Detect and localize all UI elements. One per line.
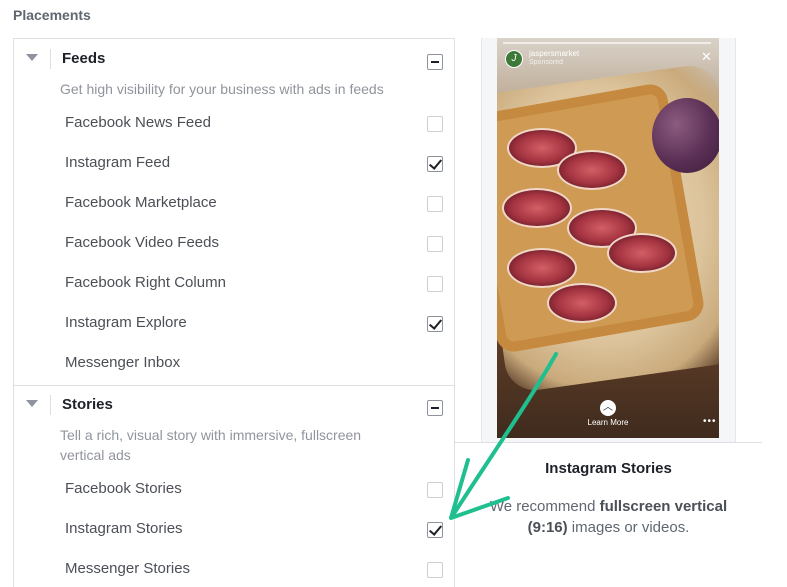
facebook-video-feeds-checkbox[interactable] — [427, 236, 443, 252]
fig-slice-shape — [502, 188, 572, 228]
placement-row-facebook-marketplace[interactable]: Facebook Marketplace — [14, 185, 454, 225]
facebook-right-column-checkbox[interactable] — [427, 276, 443, 292]
account-name: jaspersmarket — [529, 49, 580, 58]
placement-label: Instagram Stories — [65, 520, 183, 537]
learn-more-cta[interactable]: Learn More — [581, 418, 635, 427]
stories-collapse-caret-icon[interactable] — [26, 400, 38, 407]
fig-slice-shape — [547, 283, 617, 323]
placement-label: Messenger Inbox — [65, 354, 181, 371]
sponsored-label: Sponsored — [529, 59, 563, 66]
placement-label: Facebook Right Column — [65, 274, 226, 291]
facebook-news-feed-checkbox[interactable] — [427, 116, 443, 132]
fig-slice-shape — [507, 248, 577, 288]
instagram-explore-checkbox[interactable] — [427, 316, 443, 332]
placement-row-instagram-explore[interactable]: Instagram Explore — [14, 305, 454, 345]
stories-select-all-checkbox[interactable] — [427, 400, 443, 416]
placement-row-instagram-feed[interactable]: Instagram Feed — [14, 145, 454, 185]
placements-panel: Feeds Get high visibility for your busin… — [13, 38, 455, 587]
placement-row-facebook-stories[interactable]: Facebook Stories — [14, 471, 454, 511]
preview-divider — [455, 442, 762, 443]
stories-description: Tell a rich, visual story with immersive… — [60, 425, 420, 465]
recommendation-ratio: (9:16) — [527, 519, 568, 536]
separator — [50, 49, 51, 69]
stories-section-header[interactable]: Stories — [14, 385, 454, 425]
placement-row-messenger-inbox[interactable]: Messenger Inbox — [14, 345, 454, 385]
whole-fig-shape — [652, 98, 719, 173]
preview-placement-title: Instagram Stories — [545, 460, 672, 477]
close-icon[interactable]: ✕ — [701, 50, 712, 63]
fig-slice-shape — [557, 150, 627, 190]
feeds-description: Get high visibility for your business wi… — [60, 81, 384, 97]
placement-row-facebook-news-feed[interactable]: Facebook News Feed — [14, 105, 454, 145]
facebook-marketplace-checkbox[interactable] — [427, 196, 443, 212]
fig-slice-shape — [607, 233, 677, 273]
placement-label: Instagram Explore — [65, 314, 187, 331]
story-ad-preview-image: J jaspersmarket Sponsored ✕ ︿ Learn More… — [497, 38, 719, 438]
feeds-select-all-checkbox[interactable] — [427, 54, 443, 70]
placement-row-facebook-video-feeds[interactable]: Facebook Video Feeds — [14, 225, 454, 265]
placement-row-facebook-right-column[interactable]: Facebook Right Column — [14, 265, 454, 305]
account-avatar: J — [505, 50, 523, 68]
recommendation-text: We recommend — [489, 498, 600, 515]
stories-section-title: Stories — [62, 396, 113, 413]
placement-row-instagram-stories[interactable]: Instagram Stories — [14, 511, 454, 551]
recommendation-emphasis: fullscreen vertical — [599, 498, 728, 515]
instagram-stories-checkbox[interactable] — [427, 522, 443, 538]
placement-row-messenger-stories[interactable]: Messenger Stories — [14, 551, 454, 587]
placement-label: Facebook News Feed — [65, 114, 211, 131]
feeds-collapse-caret-icon[interactable] — [26, 54, 38, 61]
placement-label: Facebook Video Feeds — [65, 234, 219, 251]
stories-description-line: vertical ads — [60, 447, 131, 463]
recommendation-text: images or videos. — [567, 519, 690, 536]
placements-title: Placements — [13, 7, 91, 23]
placement-label: Facebook Marketplace — [65, 194, 217, 211]
stories-description-line: Tell a rich, visual story with immersive… — [60, 427, 362, 443]
preview-recommendation: We recommend fullscreen vertical (9:16) i… — [470, 496, 747, 538]
separator — [50, 395, 51, 415]
placement-label: Facebook Stories — [65, 480, 182, 497]
swipe-up-chevron-icon[interactable]: ︿ — [600, 400, 616, 416]
instagram-feed-checkbox[interactable] — [427, 156, 443, 172]
more-options-icon[interactable]: ••• — [703, 416, 717, 427]
facebook-stories-checkbox[interactable] — [427, 482, 443, 498]
messenger-stories-checkbox[interactable] — [427, 562, 443, 578]
placement-label: Messenger Stories — [65, 560, 191, 577]
feeds-section-header[interactable]: Feeds — [14, 39, 454, 79]
story-progress-bar — [503, 42, 711, 44]
feeds-section-title: Feeds — [62, 50, 106, 67]
placement-label: Instagram Feed — [65, 154, 171, 171]
